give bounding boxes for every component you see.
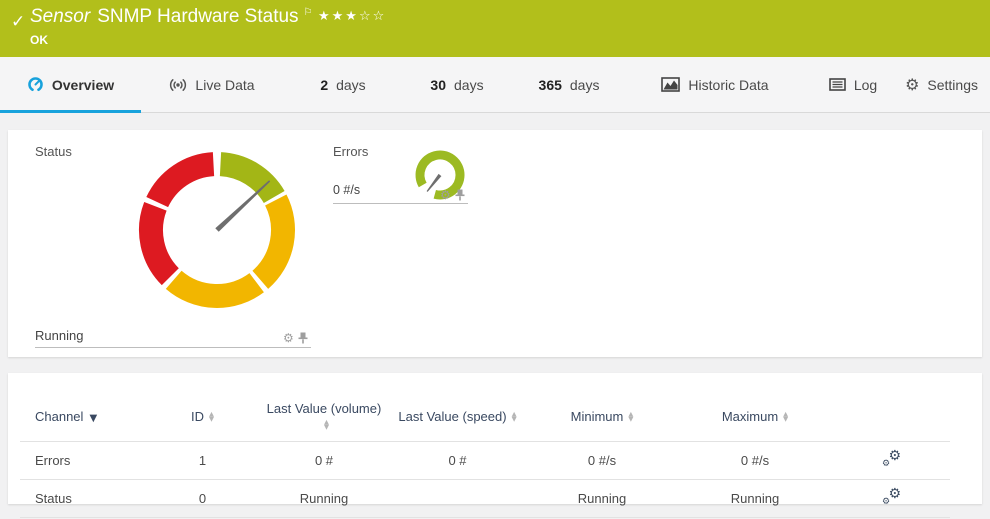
area-chart-icon	[661, 77, 681, 92]
tab-log-label: Log	[853, 76, 878, 93]
broadcast-icon	[170, 78, 187, 91]
gauge-segment-green	[219, 152, 285, 204]
gauge-icon	[28, 77, 43, 91]
tab-30-days[interactable]: 30 days	[403, 57, 511, 112]
cell-channel[interactable]: Status	[20, 479, 145, 518]
page-title: Sensor SNMP Hardware Status ⚐	[30, 6, 313, 28]
tab-log[interactable]: Log	[803, 57, 903, 112]
errors-gauge-value: 0 #/s	[333, 183, 361, 197]
tab-2-days-label: days	[336, 76, 366, 93]
tab-settings[interactable]: ⚙ Settings	[905, 57, 990, 112]
errors-gauge-title: Errors	[333, 144, 369, 159]
gauge-segment-red	[138, 201, 180, 286]
tab-365-days-number: 365	[538, 76, 562, 93]
gear-icon[interactable]: ⚙	[283, 332, 294, 344]
tab-live-data-label: Live Data	[195, 76, 255, 93]
errors-gauge-controls: ⚙	[440, 189, 465, 201]
cell-last-value-speed	[388, 479, 527, 518]
status-gauge-controls: ⚙	[283, 332, 308, 344]
cell-id: 0	[145, 479, 260, 518]
cell-minimum: 0 #/s	[527, 441, 677, 480]
tab-30-days-number: 30	[430, 76, 446, 93]
gear-icon: ⚙	[905, 74, 920, 94]
tab-live-data[interactable]: Live Data	[141, 57, 283, 112]
tab-2-days-number: 2	[320, 76, 329, 93]
channel-settings-icon[interactable]: ⚙ ⚙	[882, 486, 901, 507]
tab-30-days-label: days	[454, 76, 484, 93]
sort-icon: ▲ ▼	[783, 410, 789, 424]
tab-overview-label: Overview	[51, 76, 115, 93]
cell-last-value-volume: 0 #	[260, 441, 388, 480]
sensor-name: SNMP Hardware Status	[97, 6, 299, 27]
cell-minimum: Running	[527, 479, 677, 518]
tab-settings-label: Settings	[927, 76, 978, 93]
column-header-channel[interactable]: Channel ▼	[20, 393, 145, 442]
log-icon	[829, 78, 846, 91]
column-header-last-value-speed[interactable]: Last Value (speed) ▲ ▼	[388, 393, 527, 442]
channels-panel: Channel ▼ ID ▲ ▼ Last Value (volume) ▲ ▼ Last…	[8, 373, 982, 519]
cell-channel[interactable]: Errors	[20, 441, 145, 480]
priority-stars[interactable]: ★★★☆☆	[318, 9, 386, 24]
column-header-maximum[interactable]: Maximum ▲ ▼	[677, 393, 833, 442]
cell-last-value-volume: Running	[260, 479, 388, 518]
tab-2-days[interactable]: 2 days	[283, 57, 403, 112]
status-check-icon: ✓	[11, 12, 26, 31]
cell-maximum: 0 #/s	[677, 441, 833, 480]
divider	[35, 347, 311, 348]
overview-panel: Status Running ⚙ Errors 0 #/s ⚙	[8, 130, 982, 357]
sensor-header: ✓ Sensor SNMP Hardware Status ⚐ ★★★☆☆ OK	[0, 0, 990, 57]
tab-historic-data[interactable]: Historic Data	[627, 57, 803, 112]
tab-365-days-label: days	[569, 76, 600, 93]
column-header-id[interactable]: ID ▲ ▼	[145, 393, 260, 442]
table-row[interactable]: Errors 1 0 # 0 # 0 #/s 0 #/s ⚙ ⚙	[20, 441, 950, 480]
column-header-last-value-volume[interactable]: Last Value (volume) ▲ ▼	[260, 393, 388, 442]
gauge-segment-yellow	[165, 270, 264, 308]
tab-bar: Overview Live Data 2 days 30 days 365 da…	[0, 57, 990, 113]
cell-maximum: Running	[677, 479, 833, 518]
flag-icon[interactable]: ⚐	[304, 7, 313, 18]
gear-icon[interactable]: ⚙	[440, 189, 451, 201]
tab-historic-data-label: Historic Data	[688, 76, 769, 93]
channels-table: Channel ▼ ID ▲ ▼ Last Value (volume) ▲ ▼ Last…	[20, 393, 950, 519]
tab-365-days[interactable]: 365 days	[511, 57, 627, 112]
cell-last-value-speed: 0 #	[388, 441, 527, 480]
status-gauge-value: Running	[35, 328, 84, 343]
sort-desc-icon: ▼	[89, 412, 98, 424]
sort-icon: ▲ ▼	[511, 410, 517, 424]
cell-id: 1	[145, 441, 260, 480]
sensor-type-label: Sensor	[30, 6, 91, 27]
sort-icon: ▲ ▼	[628, 410, 634, 424]
gauge-segment-red	[146, 152, 215, 208]
sort-icon: ▲ ▼	[324, 417, 329, 431]
gauge-segment-yellow	[252, 194, 295, 289]
gauge-needle	[215, 180, 271, 232]
table-header-row: Channel ▼ ID ▲ ▼ Last Value (volume) ▲ ▼ Last…	[20, 393, 950, 442]
column-header-minimum[interactable]: Minimum ▲ ▼	[527, 393, 677, 442]
column-header-actions	[833, 393, 950, 442]
pin-icon[interactable]	[455, 189, 465, 201]
sort-icon: ▲ ▼	[209, 410, 214, 424]
divider	[333, 203, 468, 204]
status-gauge-title: Status	[35, 144, 72, 159]
status-gauge	[138, 152, 295, 308]
tab-overview[interactable]: Overview	[0, 57, 141, 113]
channel-settings-icon[interactable]: ⚙ ⚙	[882, 448, 901, 469]
sensor-status-badge: OK	[30, 33, 48, 47]
pin-icon[interactable]	[298, 332, 308, 344]
table-row[interactable]: Status 0 Running Running Running ⚙ ⚙	[20, 479, 950, 518]
